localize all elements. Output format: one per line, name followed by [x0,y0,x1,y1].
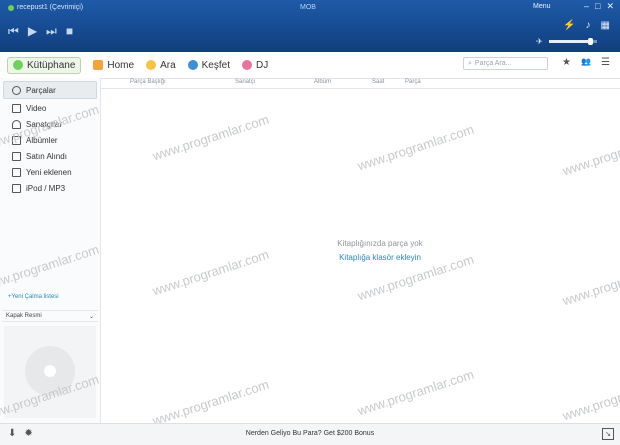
circle-note-icon [12,85,21,95]
search-icon [146,60,157,70]
sidebar-item-label: Satın Alındı [26,151,67,161]
music-icon[interactable]: ♪ [586,20,591,31]
tab-library-label: Kütüphane [27,59,76,71]
search-input-placeholder[interactable]: Parça Ara... [475,60,512,67]
online-status-icon [8,4,14,11]
list-view-icon[interactable]: ☰ [601,57,610,68]
user-name: recepust1 (Çevrimiçi) [17,4,84,11]
user-status[interactable]: recepust1 (Çevrimiçi) [8,4,83,11]
people-icon[interactable]: 👥 [581,57,591,68]
toolbar-icons: ★ 👥 ☰ [562,57,610,68]
sidebar-item-purchased[interactable]: Satın Alındı [0,148,100,164]
sidebar-item-ipod[interactable]: iPod / MP3 [0,180,100,196]
column-album[interactable]: Albüm [314,79,331,85]
maximize-button[interactable]: □ [595,1,600,12]
tab-discover[interactable]: Keşfet [187,59,230,71]
volume-control: ✈ [536,37,597,46]
disc-hole [44,365,56,377]
status-bar: ⬇ ✹ Nerden Geliyo Bu Para? Get $200 Bonu… [0,423,620,445]
previous-icon[interactable]: ⏮ [8,24,19,38]
sidebar-item-recently-added[interactable]: Yeni eklenen [0,164,100,180]
volume-icon[interactable]: ✈ [536,37,543,46]
sidebar-item-label: Parçalar [26,85,56,95]
library-icon [13,60,23,70]
menu-button[interactable]: Menu [533,3,551,10]
tab-search-label: Ara [160,59,176,71]
tab-home[interactable]: Home [93,60,134,71]
track-list-header: Parça Başlığı Sanatçı Albüm Saat Parça [101,78,620,89]
watermark-text: www.programlar.com [560,126,620,179]
sidebar-item-label: iPod / MP3 [26,183,66,193]
minimize-button[interactable]: – [584,1,589,12]
flash-icon[interactable]: ⚡ [563,20,575,31]
equalizer-icon[interactable]: ▦ [601,20,610,31]
column-track-number[interactable]: Parça [405,79,421,85]
column-artist[interactable]: Sanatçı [235,79,255,85]
watermark-text: www.programlar.com [560,256,620,309]
close-button[interactable]: ✕ [606,1,614,12]
watermark-text: www.programlar.com [150,376,271,429]
cart-icon [12,151,21,161]
sidebar-item-tracks[interactable]: Parçalar [3,81,97,99]
watermark-text: www.programlar.com [355,366,476,419]
tab-library[interactable]: Kütüphane [7,56,82,74]
empty-library-message: Kitaplığınızda parça yok [337,239,423,248]
brand-label: MOB [300,4,316,11]
watermark-text: www.programlar.com [150,111,271,164]
column-track-title[interactable]: Parça Başlığı [130,79,166,85]
search-field-icon: ⌕ [468,59,472,67]
promo-banner[interactable]: Nerden Geliyo Bu Para? Get $200 Bonus [0,430,620,437]
ipod-icon [12,183,21,193]
stop-icon[interactable]: ■ [66,24,73,38]
expand-icon[interactable]: ↘ [602,428,614,440]
dj-icon [242,60,252,70]
tab-dj-label: DJ [256,59,269,71]
sidebar-item-label: Yeni eklenen [26,167,72,177]
transport-controls: ⏮ ▶ ⏭ ■ [8,24,73,38]
new-playlist-link[interactable]: +Yeni Çalma listesi [8,294,59,300]
column-time[interactable]: Saat [372,79,384,85]
tab-home-label: Home [107,59,135,71]
star-icon[interactable]: ★ [562,57,571,68]
tab-search[interactable]: Ara [146,60,176,71]
watermark-text: www.programlar.com [150,246,271,299]
play-icon[interactable]: ▶ [28,24,37,38]
cover-art-header[interactable]: Kapak Resmi ⌄ [2,310,98,322]
home-icon [93,60,104,70]
tab-discover-label: Keşfet [201,59,230,71]
discover-icon [187,60,198,70]
chevron-down-icon[interactable]: ⌄ [89,313,94,320]
watermark-text: www.programlar.com [355,121,476,174]
window-controls: – □ ✕ [584,1,614,12]
volume-fill [548,40,590,43]
watermark-text: www.programlar.com [560,371,620,424]
volume-handle[interactable] [587,38,593,45]
tv-icon [12,103,21,113]
track-search-field[interactable]: ⌕ Parça Ara... [463,57,548,70]
cover-art-title: Kapak Resmi [6,313,42,319]
player-right-controls: ⚡ ♪ ▦ [563,20,610,31]
new-icon [12,167,21,177]
sidebar-item-label: Video [26,103,47,113]
player-bar: recepust1 (Çevrimiçi) MOB Menu – □ ✕ ⏮ ▶… [0,0,620,52]
volume-slider[interactable] [548,38,597,45]
next-icon[interactable]: ⏭ [46,24,57,38]
tab-dj[interactable]: DJ [242,60,268,71]
